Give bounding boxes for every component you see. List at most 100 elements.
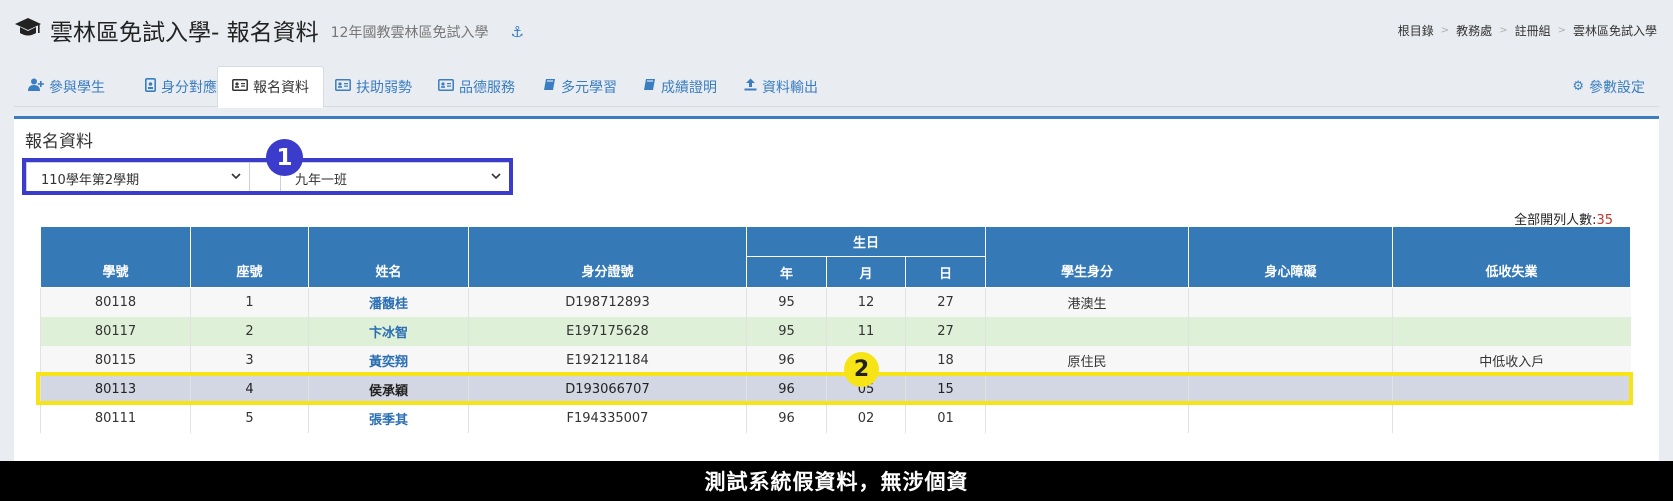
tab-participating-students[interactable]: 參與學生: [14, 66, 119, 107]
annotation-badge-2: 2: [844, 352, 879, 387]
tab-data-export[interactable]: 資料輸出: [730, 66, 832, 107]
tab-label: 扶助弱勢: [356, 79, 412, 96]
cell-month: 02: [826, 403, 906, 433]
breadcrumb-item-registration[interactable]: 註冊組: [1515, 22, 1551, 39]
student-name-link[interactable]: 黃奕翔: [308, 345, 469, 375]
tab-parameter-settings[interactable]: ⚙ 參數設定: [1558, 66, 1659, 107]
annotation-box-2: [36, 372, 1633, 405]
id-card-icon: [438, 78, 454, 95]
student-name-link[interactable]: 卞冰智: [308, 316, 469, 346]
cell-day: 27: [904, 316, 986, 346]
breadcrumb-item-current: 雲林區免試入學: [1572, 24, 1657, 38]
page-subtitle: 12年國教雲林區免試入學: [330, 25, 489, 41]
cell-id-no: D198712893: [468, 287, 747, 317]
cell-year: 96: [746, 345, 827, 375]
col-header-day: 日: [904, 256, 987, 288]
breadcrumb-separator: >: [1557, 25, 1566, 36]
cell-low-income: [1392, 287, 1631, 317]
cell-day: 18: [904, 345, 986, 375]
cell-identity: 港澳生: [985, 287, 1189, 317]
table-row: 80117 2 卞冰智 E197175628 95 11 27: [40, 316, 1631, 346]
tab-identity-mapping[interactable]: 身分對應: [131, 66, 231, 107]
annotation-badge-1: 1: [266, 139, 303, 176]
cell-id-no: E197175628: [468, 316, 747, 346]
cell-disability: [1188, 345, 1393, 375]
breadcrumb-separator: >: [1440, 25, 1450, 36]
tab-diverse-learning[interactable]: 多元學習: [529, 66, 631, 107]
breadcrumb-item-academic[interactable]: 教務處: [1456, 22, 1492, 39]
cell-identity: 原住民: [985, 345, 1189, 375]
anchor-icon[interactable]: ⚓: [510, 23, 523, 41]
panel-title: 報名資料: [25, 132, 93, 152]
tab-label: 成績證明: [661, 79, 717, 96]
cell-day: 27: [904, 287, 986, 317]
col-header-id-no: 身分證號: [468, 226, 747, 288]
cell-student-no: 80118: [40, 287, 191, 317]
tab-label: 參數設定: [1589, 79, 1645, 96]
col-header-disability: 身心障礙: [1188, 226, 1394, 288]
tab-grade-certificate[interactable]: 成績證明: [629, 66, 731, 107]
cell-low-income: [1392, 316, 1631, 346]
col-header-student-no: 學號: [40, 226, 191, 288]
tab-bar: 參與學生 身分對應 報名資料 扶助弱勢 品德服務 多元學習 成績證明 資料輸出 …: [14, 66, 1659, 108]
cell-id-no: E192121184: [468, 345, 747, 375]
col-header-identity: 學生身分: [985, 226, 1190, 288]
breadcrumb-item-root[interactable]: 根目錄: [1398, 22, 1434, 39]
cell-year: 95: [746, 316, 827, 346]
breadcrumb-separator: >: [1499, 25, 1508, 36]
col-header-low-income: 低收失業: [1392, 226, 1632, 288]
id-card-icon: [232, 79, 248, 95]
upload-icon: [744, 78, 757, 95]
page-header: 雲林區免試入學- 報名資料 12年國教雲林區免試入學 ⚓: [14, 10, 524, 50]
cell-seat-no: 1: [190, 287, 309, 317]
cell-year: 96: [746, 403, 827, 433]
cell-disability: [1188, 403, 1393, 433]
tab-label: 多元學習: [561, 79, 617, 96]
cell-seat-no: 2: [190, 316, 309, 346]
col-header-name: 姓名: [308, 226, 469, 288]
cell-disability: [1188, 287, 1393, 317]
tab-label: 品德服務: [459, 79, 515, 96]
cell-seat-no: 5: [190, 403, 309, 433]
tab-assist-disadvantaged[interactable]: 扶助弱勢: [321, 66, 426, 107]
table-row: 80118 1 潘馥桂 D198712893 95 12 27 港澳生: [40, 287, 1631, 317]
graduation-cap-icon: [14, 16, 42, 44]
page-title: 雲林區免試入學- 報名資料: [50, 20, 319, 46]
cell-month: 12: [826, 287, 906, 317]
cell-seat-no: 3: [190, 345, 309, 375]
cell-day: 01: [904, 403, 986, 433]
cell-identity: [985, 403, 1189, 433]
breadcrumb: 根目錄 > 教務處 > 註冊組 > 雲林區免試入學: [1398, 22, 1657, 39]
col-header-birthday: 生日: [745, 226, 987, 257]
tab-label: 參與學生: [49, 79, 105, 96]
cell-year: 95: [746, 287, 827, 317]
cell-student-no: 80117: [40, 316, 191, 346]
student-name-link[interactable]: 潘馥桂: [308, 287, 469, 317]
cell-disability: [1188, 316, 1393, 346]
user-plus-icon: [28, 78, 44, 95]
tab-label: 報名資料: [253, 80, 309, 96]
cell-student-no: 80115: [40, 345, 191, 375]
tab-label: 身分對應: [161, 79, 217, 96]
gear-icon: ⚙: [1572, 79, 1584, 94]
disclaimer-banner: 測試系統假資料，無涉個資: [0, 461, 1673, 501]
id-card-icon: [335, 78, 351, 95]
table-row: 80115 3 黃奕翔 E192121184 96 18 原住民 中低收入戶: [40, 345, 1631, 375]
cell-student-no: 80111: [40, 403, 191, 433]
cell-identity: [985, 316, 1189, 346]
tab-character-service[interactable]: 品德服務: [424, 66, 529, 107]
student-name-link[interactable]: 張季其: [308, 403, 469, 433]
cell-low-income: [1392, 403, 1631, 433]
cell-month: 11: [826, 316, 906, 346]
col-header-month: 月: [826, 256, 906, 288]
col-header-year: 年: [746, 256, 827, 288]
cell-id-no: F194335007: [468, 403, 747, 433]
tab-registration-data[interactable]: 報名資料: [217, 66, 324, 108]
table-row: 80111 5 張季其 F194335007 96 02 01: [40, 403, 1631, 433]
book-icon: [543, 78, 556, 95]
registration-panel: 報名資料 110學年第2學期 九年一班 1 全部開列人數:35 學號 座號 姓名…: [14, 116, 1659, 501]
book-icon: [643, 78, 656, 95]
tab-label: 資料輸出: [762, 79, 818, 96]
id-badge-icon: [145, 77, 156, 96]
cell-low-income: 中低收入戶: [1392, 345, 1631, 375]
